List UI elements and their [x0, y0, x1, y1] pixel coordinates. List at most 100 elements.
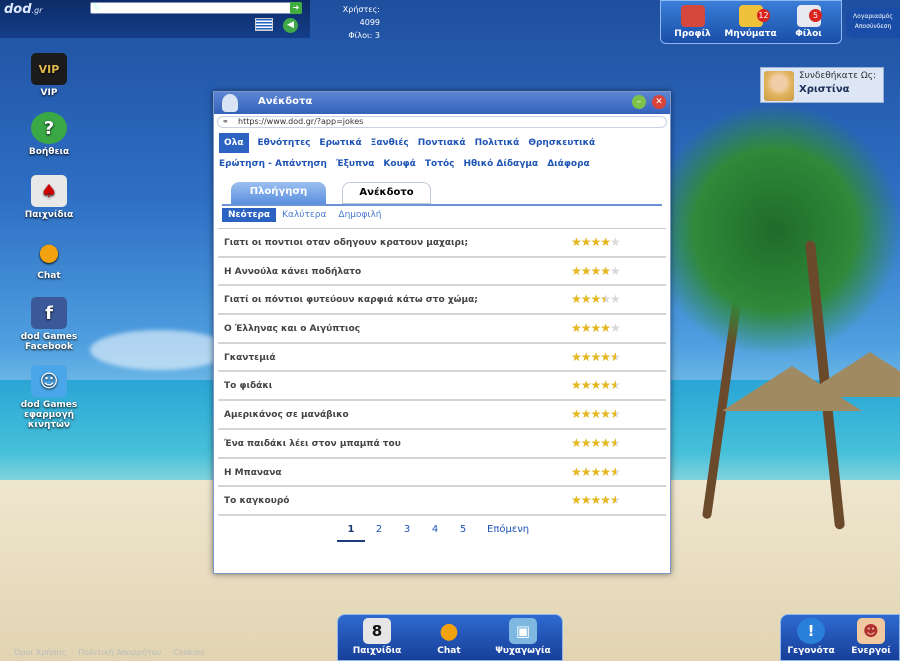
joke-title: Το φιδάκι	[224, 381, 273, 392]
category-row: Ολα Εθνότητες Ερωτικά Ξανθιές Ποντιακά Πολιτι…	[219, 132, 664, 153]
category-row1-6[interactable]: Θρησκευτικά	[528, 138, 595, 148]
cloud	[90, 330, 230, 370]
joke-row[interactable]: Γκαντεμιά ★★★★★ ★★★★★	[218, 344, 666, 373]
star-icon: ★★★★★	[571, 465, 616, 478]
search-go-button[interactable]: ➜	[290, 2, 302, 14]
sort-tabs: Νεότερα Καλύτερα Δημοφιλή	[222, 206, 662, 224]
dock-chat-button[interactable]: ● Chat	[414, 618, 484, 657]
dock-label: Ψυχαγωγία	[495, 646, 551, 656]
dock-entertainment-button[interactable]: ▣ Ψυχαγωγία	[488, 618, 558, 656]
category-row2-1[interactable]: Έξυπνα	[336, 159, 374, 169]
dock-events-button[interactable]: ! Γεγονότα	[781, 618, 841, 656]
rating-stars: ★★★★★★★★★★	[571, 236, 627, 248]
window-titlebar[interactable]: Ανέκδοτα – ✕	[214, 92, 670, 114]
palm-leaves	[650, 100, 900, 360]
desktop-icon-label: Παιχνίδια	[24, 210, 74, 220]
joke-row[interactable]: Η Αννούλα κάνει ποδήλατο ★★★★★★★★★★	[218, 258, 666, 287]
site-logo[interactable]: dod.gr	[4, 2, 42, 17]
category-row2-2[interactable]: Κουφά	[383, 159, 415, 169]
url-bar[interactable]: ⚭ https://www.dod.gr/?app=jokes	[217, 116, 667, 128]
dock-active-button[interactable]: ☻ Ενεργοί	[841, 618, 900, 656]
joke-row[interactable]: Ένα παιδάκι λέει στον μπαμπά του ★★★★★ ★★★…	[218, 430, 666, 459]
star-icon: ★★★★★	[571, 322, 611, 335]
footer-link[interactable]: Πολιτική Απορρήτου	[78, 648, 161, 661]
top-right-bar: Προφίλ Μηνύματα 12 Φίλοι 5	[660, 0, 842, 44]
bottom-dock: 8 Παιχνίδια ● Chat ▣ Ψυχαγωγία	[337, 614, 563, 661]
tab-joke[interactable]: Ανέκδοτο	[342, 182, 431, 204]
category-row1-3[interactable]: Ξανθιές	[371, 138, 409, 148]
desktop-icon-help[interactable]: ? Βοήθεια	[15, 112, 83, 157]
joke-title: Γιατι οι ποντιοι οταν οδηγουν κρατουν μα…	[224, 238, 469, 248]
friends-button[interactable]: Φίλοι	[781, 5, 836, 39]
desktop-icon-label: Chat	[37, 271, 61, 281]
pencil-icon: ✎	[92, 1, 102, 14]
sort-tab-0[interactable]: Νεότερα	[222, 208, 277, 222]
joke-title: Αμερικάνος σε μανάβικο	[224, 410, 349, 421]
joke-row[interactable]: Η Μπανανα ★★★★★ ★★★★★	[218, 459, 666, 488]
photos-icon: ▣	[509, 618, 537, 644]
page-link-5[interactable]: 5	[449, 524, 477, 542]
joke-row[interactable]: Αμερικάνος σε μανάβικο ★★★★★ ★★★★★	[218, 401, 666, 430]
category-row2-5[interactable]: Διάφορα	[547, 159, 590, 169]
joke-title: Η Μπανανα	[224, 467, 282, 478]
category-row2-3[interactable]: Τοτός	[425, 159, 455, 169]
rating-stars: ★★★★★★★★★★	[571, 494, 627, 506]
star-icon: ★★★★★	[571, 379, 616, 392]
category-row1-2[interactable]: Ερωτικά	[319, 138, 361, 148]
desktop-icon-vip[interactable]: VIP VIP	[15, 53, 83, 98]
footer-link[interactable]: Όροι Χρήσης	[14, 648, 66, 661]
joke-list: Γιατι οι ποντιοι οταν οδηγουν κρατουν μα…	[218, 228, 666, 516]
joke-row[interactable]: Ο Έλληνας και ο Αιγύπτιος ★★★★★★★★★★	[218, 315, 666, 344]
logout-button[interactable]: Λογαριασμός Αποσύνδεση	[846, 8, 900, 38]
joke-title: Γκαντεμιά	[224, 352, 276, 363]
joke-row[interactable]: Το φιδάκι ★★★★★ ★★★★★	[218, 372, 666, 402]
page-link-4[interactable]: 4	[421, 524, 449, 542]
avatar	[764, 71, 794, 101]
category-row1-1[interactable]: Εθνότητες	[258, 138, 311, 148]
cards-icon: ♠	[31, 175, 67, 207]
sort-tab-2[interactable]: Δημοφιλή	[332, 208, 387, 222]
desktop-icon-mobile-app[interactable]: ☺ dod Games εφαρμογή κινητών	[15, 365, 83, 430]
page-link-3[interactable]: 3	[393, 524, 421, 542]
messages-label: Μηνύματα	[724, 29, 777, 39]
sort-tab-1[interactable]: Καλύτερα	[276, 208, 332, 222]
greek-flag-icon[interactable]	[255, 18, 273, 31]
messages-button[interactable]: Μηνύματα	[723, 5, 778, 39]
search-input[interactable]	[90, 2, 302, 14]
page-link-2[interactable]: 2	[365, 524, 393, 542]
next-page-link[interactable]: Επόμενη	[487, 524, 529, 542]
category-row2-4[interactable]: Ηθικό Δίδαγμα	[463, 159, 538, 169]
mobile-app-icon: ☺	[31, 365, 67, 397]
footer-link[interactable]: Cookies	[173, 648, 204, 661]
friends-badge: 5	[809, 9, 822, 22]
desktop-icon-chat[interactable]: ● Chat	[15, 236, 83, 281]
jokes-window: Ανέκδοτα – ✕ ⚭ https://www.dod.gr/?app=j…	[213, 91, 671, 574]
star-icon: ★★★★★	[571, 236, 611, 248]
desktop-icon-facebook[interactable]: f dod Games Facebook	[15, 297, 83, 352]
tab-navigation[interactable]: Πλοήγηση	[231, 182, 326, 204]
tab-bar: Πλοήγηση Ανέκδοτο	[222, 182, 662, 206]
billiard-icon: 8	[363, 618, 391, 644]
dock-games-button[interactable]: 8 Παιχνίδια	[342, 618, 412, 656]
desktop-icon-games[interactable]: ♠ Παιχνίδια	[15, 175, 83, 220]
minimize-button[interactable]: –	[632, 95, 646, 109]
joke-row[interactable]: Γιατι οι ποντιοι οταν οδηγουν κρατουν μα…	[218, 229, 666, 258]
close-button[interactable]: ✕	[652, 95, 666, 109]
category-row1-0[interactable]: Ολα	[219, 132, 249, 153]
category-row1-4[interactable]: Ποντιακά	[418, 138, 466, 148]
users-icon: ☻	[857, 618, 885, 644]
profile-button[interactable]: Προφίλ	[665, 5, 720, 39]
facebook-icon: f	[31, 297, 67, 329]
footer-links: Όροι Χρήσης Πολιτική Απορρήτου Cookies	[0, 645, 300, 661]
account-label: Λογαριασμός	[853, 13, 893, 20]
joke-row[interactable]: Γιατί οι πόντιοι φυτεύουν καρφιά κάτω στ…	[218, 286, 666, 316]
logout-label: Αποσύνδεση	[854, 23, 892, 30]
joke-row[interactable]: Το καγκουρό ★★★★★ ★★★★★	[218, 487, 666, 516]
back-arrow-icon[interactable]: ◀	[283, 18, 298, 33]
users-count: Χρήστες: 4099	[342, 5, 380, 27]
category-row2-0[interactable]: Ερώτηση - Απάντηση	[219, 159, 327, 169]
page-link-1[interactable]: 1	[337, 524, 365, 542]
user-card[interactable]: Συνδεθήκατε Ως: Χριστίνα	[760, 67, 884, 103]
connected-as-label: Συνδεθήκατε Ως:	[799, 71, 877, 81]
category-row1-5[interactable]: Πολιτικά	[475, 138, 520, 148]
